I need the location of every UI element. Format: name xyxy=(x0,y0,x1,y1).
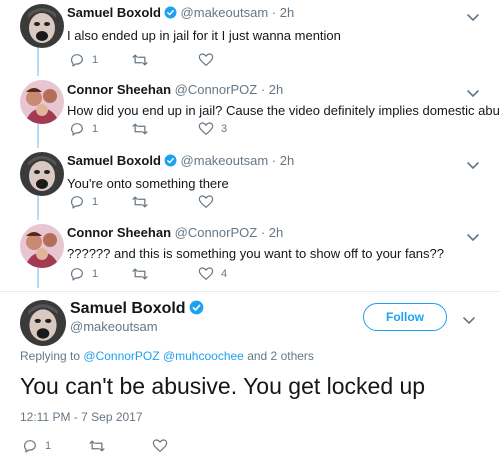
replying-prefix: Replying to xyxy=(20,349,81,363)
like-button[interactable] xyxy=(152,438,175,454)
reply-icon xyxy=(22,438,38,454)
retweet-icon xyxy=(88,438,106,454)
retweet-button[interactable] xyxy=(88,438,113,454)
separator-dot: · xyxy=(260,82,266,97)
heart-icon xyxy=(198,121,214,137)
replying-to-line: Replying to @ConnorPOZ @muhcoochee and 2… xyxy=(20,349,314,363)
thread-tweet[interactable]: Connor Sheehan @ConnorPOZ · 2h How did y… xyxy=(0,76,500,148)
chevron-down-icon[interactable] xyxy=(466,158,480,170)
retweet-icon xyxy=(131,266,149,282)
reply-icon xyxy=(69,194,85,210)
thread-tweet[interactable]: Connor Sheehan @ConnorPOZ · 2h ?????? an… xyxy=(0,220,500,290)
avatar[interactable] xyxy=(20,4,64,48)
like-count: 3 xyxy=(221,123,228,135)
reply-button[interactable]: 1 xyxy=(69,52,98,68)
like-count: 4 xyxy=(221,268,228,280)
chevron-down-icon[interactable] xyxy=(462,313,476,325)
avatar[interactable] xyxy=(20,224,64,268)
like-button[interactable] xyxy=(198,52,221,68)
verified-badge-icon xyxy=(189,300,204,320)
like-button[interactable] xyxy=(198,194,221,210)
verified-badge-icon xyxy=(164,154,177,171)
tweet-actions: 1 xyxy=(20,438,220,454)
avatar[interactable] xyxy=(20,152,64,196)
author-handle[interactable]: @makeoutsam xyxy=(181,5,269,20)
separator-dot: · xyxy=(260,225,266,240)
tweet-text: ?????? and this is something you want to… xyxy=(67,246,444,261)
separator-dot: · xyxy=(271,153,277,168)
heart-icon xyxy=(198,194,214,210)
like-button[interactable]: 4 xyxy=(198,266,227,282)
replying-suffix[interactable]: and 2 others xyxy=(247,349,314,363)
tweet-time[interactable]: 2h xyxy=(280,153,294,168)
avatar[interactable] xyxy=(20,300,66,346)
reply-button[interactable]: 1 xyxy=(69,121,98,137)
reply-count: 1 xyxy=(45,440,52,452)
reply-icon xyxy=(69,121,85,137)
tweet-thread-page: Samuel Boxold @makeoutsam · 2h I also en… xyxy=(0,0,500,470)
retweet-button[interactable] xyxy=(131,194,156,210)
reply-count: 1 xyxy=(92,268,99,280)
chevron-down-icon[interactable] xyxy=(466,10,480,22)
main-author-name-row: Samuel Boxold xyxy=(70,300,204,320)
tweet-time[interactable]: 2h xyxy=(280,5,294,20)
main-tweet-text: You can't be abusive. You get locked up xyxy=(20,373,426,399)
tweet-text: I also ended up in jail for it I just wa… xyxy=(67,28,341,43)
reply-icon xyxy=(69,266,85,282)
retweet-icon xyxy=(131,121,149,137)
follow-button[interactable]: Follow xyxy=(363,303,447,331)
tweet-text: How did you end up in jail? Cause the vi… xyxy=(67,103,500,118)
thread-tweet[interactable]: Samuel Boxold @makeoutsam · 2h You're on… xyxy=(0,148,500,220)
retweet-button[interactable] xyxy=(131,266,156,282)
reply-count: 1 xyxy=(92,196,99,208)
heart-icon xyxy=(152,438,168,454)
heart-icon xyxy=(198,52,214,68)
author-name[interactable]: Samuel Boxold xyxy=(67,153,161,168)
author-handle[interactable]: @ConnorPOZ xyxy=(175,225,258,240)
reply-count: 1 xyxy=(92,54,99,66)
tweet-text: You're onto something there xyxy=(67,176,229,191)
tweet-time[interactable]: 2h xyxy=(269,82,283,97)
retweet-icon xyxy=(131,194,149,210)
reply-button[interactable]: 1 xyxy=(22,438,51,454)
like-button[interactable]: 3 xyxy=(198,121,227,137)
retweet-button[interactable] xyxy=(131,121,156,137)
mention-link[interactable]: @ConnorPOZ xyxy=(83,349,159,363)
reply-button[interactable]: 1 xyxy=(69,266,98,282)
author-handle[interactable]: @makeoutsam xyxy=(181,153,269,168)
divider xyxy=(0,291,500,292)
chevron-down-icon[interactable] xyxy=(466,86,480,98)
author-name[interactable]: Samuel Boxold xyxy=(70,300,186,317)
mention-link[interactable]: @muhcoochee xyxy=(163,349,244,363)
avatar[interactable] xyxy=(20,80,64,124)
author-handle[interactable]: @ConnorPOZ xyxy=(175,82,258,97)
tweet-time[interactable]: 2h xyxy=(269,225,283,240)
tweet-actions: 1 4 xyxy=(67,266,267,282)
reply-count: 1 xyxy=(92,123,99,135)
retweet-icon xyxy=(131,52,149,68)
tweet-actions: 1 xyxy=(67,194,267,210)
reply-icon xyxy=(69,52,85,68)
author-name[interactable]: Connor Sheehan xyxy=(67,225,171,240)
author-handle[interactable]: @makeoutsam xyxy=(70,319,158,334)
tweet-actions: 1 3 xyxy=(67,121,267,137)
author-name[interactable]: Samuel Boxold xyxy=(67,5,161,20)
chevron-down-icon[interactable] xyxy=(466,230,480,242)
heart-icon xyxy=(198,266,214,282)
reply-button[interactable]: 1 xyxy=(69,194,98,210)
verified-badge-icon xyxy=(164,6,177,23)
author-name[interactable]: Connor Sheehan xyxy=(67,82,171,97)
thread-tweet[interactable]: Samuel Boxold @makeoutsam · 2h I also en… xyxy=(0,0,500,76)
separator-dot: · xyxy=(271,5,277,20)
retweet-button[interactable] xyxy=(131,52,156,68)
tweet-actions: 1 xyxy=(67,52,267,68)
tweet-timestamp[interactable]: 12:11 PM - 7 Sep 2017 xyxy=(20,410,143,424)
